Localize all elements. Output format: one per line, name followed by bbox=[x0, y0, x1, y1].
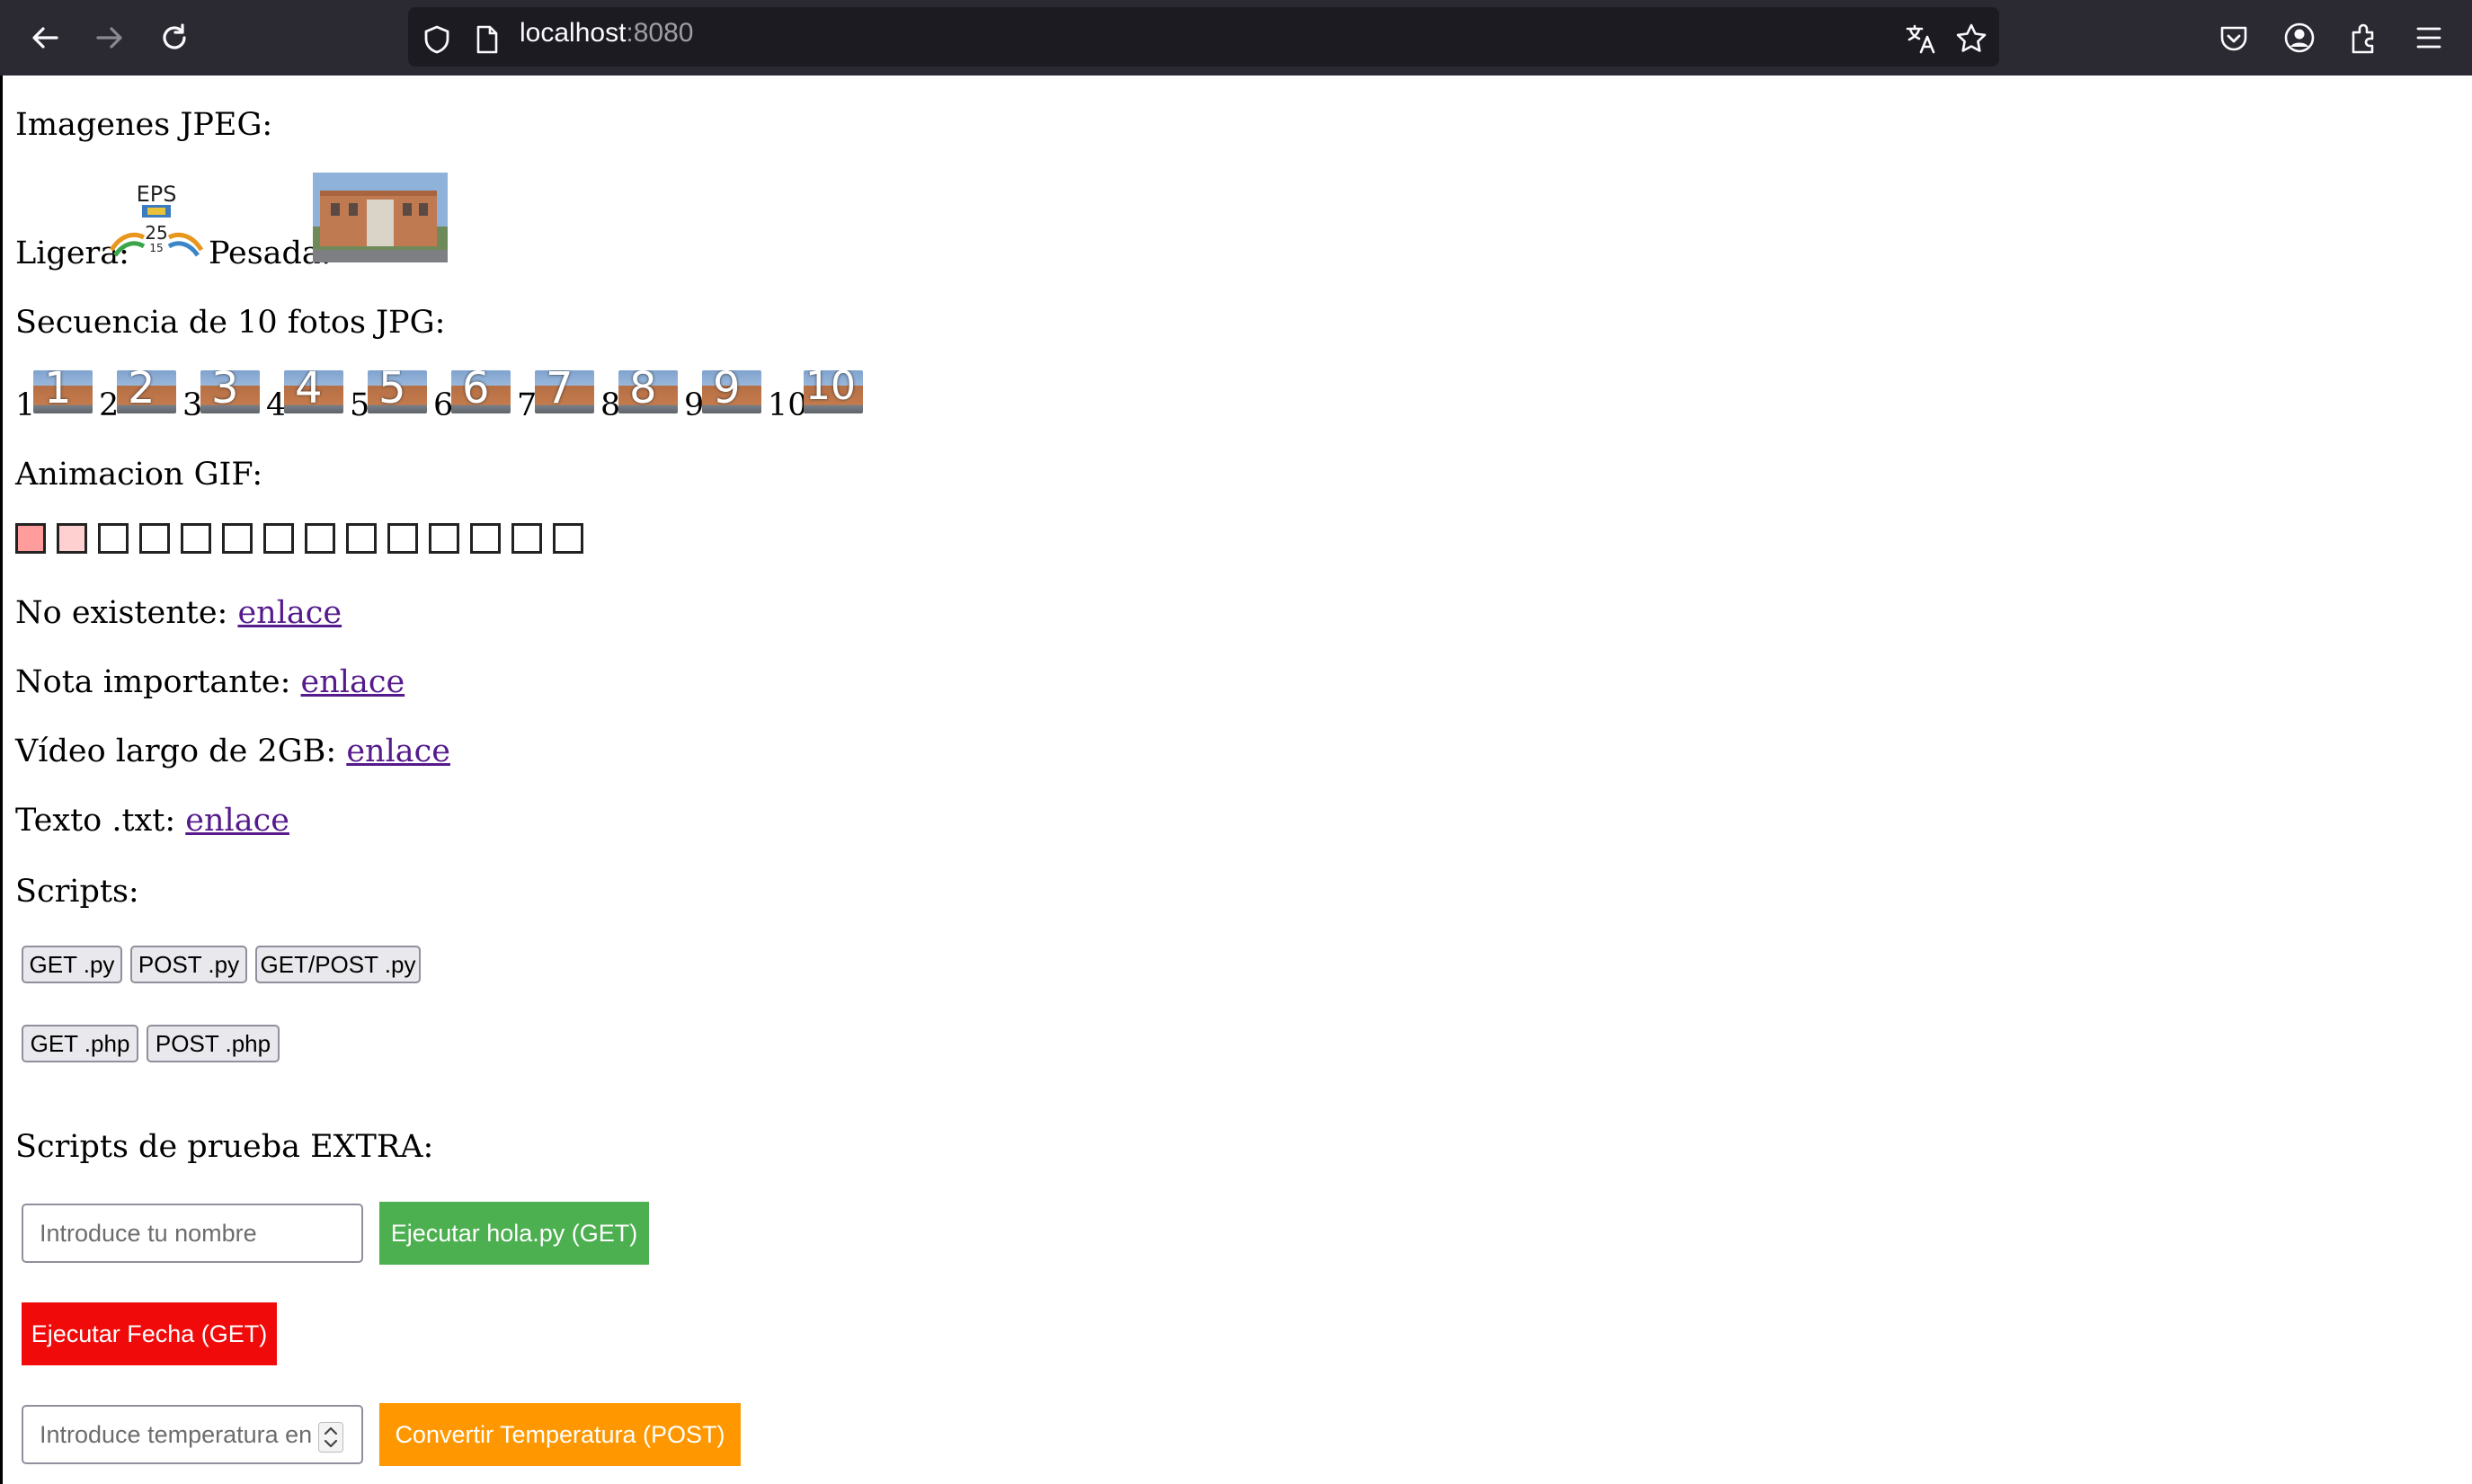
gif-frame bbox=[139, 523, 170, 554]
translate-icon[interactable] bbox=[1902, 20, 1940, 58]
script-button[interactable]: GET/POST .py bbox=[255, 946, 421, 983]
gif-frame bbox=[263, 523, 294, 554]
svg-text:25: 25 bbox=[145, 222, 167, 244]
link-row: Nota importante: enlace bbox=[15, 667, 405, 698]
gif-frame bbox=[222, 523, 253, 554]
scripts-heading: Scripts: bbox=[15, 874, 139, 910]
gif-heading: Animacion GIF: bbox=[15, 457, 263, 493]
sequence-label: 1 bbox=[15, 387, 36, 423]
sequence-photo: 8 bbox=[618, 370, 678, 413]
reload-icon bbox=[163, 23, 186, 49]
sequence-photo: 1 bbox=[33, 370, 93, 413]
eps-logo-image: EPS 25 15 bbox=[109, 176, 204, 259]
sequence-label: 8 bbox=[600, 387, 621, 423]
name-input-placeholder: Introduce tu nombre bbox=[40, 1219, 257, 1247]
extensions-icon[interactable] bbox=[2344, 18, 2384, 58]
browser-toolbar: localhost:8080 bbox=[0, 0, 2472, 76]
url-text[interactable]: localhost:8080 bbox=[520, 18, 693, 49]
building-photo bbox=[313, 173, 448, 262]
sequence-photo: 10 bbox=[804, 370, 863, 413]
gif-frame bbox=[15, 523, 46, 554]
sequence-photo-number: 4 bbox=[295, 370, 323, 413]
page-content bbox=[0, 76, 2472, 1484]
script-button[interactable]: GET .php bbox=[22, 1025, 138, 1062]
gif-frame bbox=[511, 523, 542, 554]
forward-arrow-icon bbox=[96, 27, 122, 49]
sequence-label: 3 bbox=[182, 387, 203, 423]
enlace-link[interactable]: enlace bbox=[237, 595, 342, 631]
temperature-input-placeholder: Introduce temperatura en bbox=[40, 1420, 313, 1448]
back-arrow-icon bbox=[32, 27, 58, 49]
bookmark-star-icon[interactable] bbox=[1952, 20, 1990, 58]
sequence-photo: 5 bbox=[368, 370, 427, 413]
menu-icon[interactable] bbox=[2409, 18, 2449, 58]
gif-frame bbox=[181, 523, 211, 554]
spinner-arrows-icon bbox=[324, 1426, 338, 1448]
shield-icon[interactable] bbox=[419, 22, 455, 58]
link-row-label: No existente: bbox=[15, 595, 228, 631]
page-icon bbox=[471, 22, 503, 58]
sequence-photo: 4 bbox=[284, 370, 343, 413]
extra-heading: Scripts de prueba EXTRA: bbox=[15, 1129, 434, 1165]
script-button[interactable]: POST .py bbox=[130, 946, 247, 983]
link-row: Texto .txt: enlace bbox=[15, 805, 289, 837]
back-button[interactable] bbox=[20, 13, 70, 63]
sequence-label: 6 bbox=[433, 387, 454, 423]
gif-frame bbox=[387, 523, 418, 554]
account-icon[interactable] bbox=[2280, 18, 2319, 58]
gif-frame bbox=[305, 523, 335, 554]
script-button[interactable]: GET .py bbox=[22, 946, 122, 983]
gif-frame bbox=[98, 523, 129, 554]
gif-frame bbox=[57, 523, 87, 554]
link-row: Vídeo largo de 2GB: enlace bbox=[15, 736, 450, 768]
sequence-photo-number: 3 bbox=[211, 370, 239, 413]
sequence-photo: 2 bbox=[117, 370, 176, 413]
sequence-photo-number: 10 bbox=[805, 370, 856, 409]
gif-frame bbox=[470, 523, 501, 554]
sequence-photo: 6 bbox=[451, 370, 511, 413]
convert-temperature-button[interactable]: Convertir Temperatura (POST) bbox=[379, 1403, 741, 1466]
link-row-label: Vídeo largo de 2GB: bbox=[15, 733, 337, 769]
sequence-photo: 7 bbox=[535, 370, 594, 413]
svg-text:EPS: EPS bbox=[137, 182, 177, 207]
script-button[interactable]: POST .php bbox=[147, 1025, 280, 1062]
sequence-label: 9 bbox=[684, 387, 705, 423]
enlace-link[interactable]: enlace bbox=[301, 664, 405, 700]
sequence-label: 5 bbox=[350, 387, 370, 423]
name-input[interactable]: Introduce tu nombre bbox=[22, 1204, 363, 1263]
pocket-icon[interactable] bbox=[2215, 20, 2253, 58]
enlace-link[interactable]: enlace bbox=[346, 733, 450, 769]
gif-frame bbox=[346, 523, 377, 554]
sequence-photo-number: 1 bbox=[44, 370, 72, 413]
gif-frame bbox=[553, 523, 583, 554]
run-fecha-button[interactable]: Ejecutar Fecha (GET) bbox=[22, 1302, 277, 1365]
number-spinner[interactable] bbox=[318, 1422, 343, 1453]
sequence-photo-number: 2 bbox=[128, 370, 156, 413]
forward-button[interactable] bbox=[84, 13, 135, 63]
sequence-photo: 3 bbox=[200, 370, 260, 413]
sequence-photo-number: 5 bbox=[378, 370, 406, 413]
link-row-label: Texto .txt: bbox=[15, 803, 176, 839]
sequence-label: 2 bbox=[99, 387, 120, 423]
sequence-photo-number: 9 bbox=[713, 370, 741, 413]
sequence-photo: 9 bbox=[702, 370, 761, 413]
link-row-label: Nota importante: bbox=[15, 664, 291, 700]
sequence-photo-number: 7 bbox=[546, 370, 574, 413]
temperature-input[interactable]: Introduce temperatura en bbox=[22, 1405, 363, 1464]
sequence-photo-number: 8 bbox=[629, 370, 657, 413]
sequence-heading: Secuencia de 10 fotos JPG: bbox=[15, 305, 446, 341]
sequence-label: 7 bbox=[517, 387, 538, 423]
jpeg-heading: Imagenes JPEG: bbox=[15, 107, 273, 143]
svg-text:15: 15 bbox=[149, 242, 163, 254]
sequence-label: 10 bbox=[768, 387, 808, 423]
link-row: No existente: enlace bbox=[15, 598, 342, 629]
sequence-label: 4 bbox=[266, 387, 287, 423]
run-hola-button[interactable]: Ejecutar hola.py (GET) bbox=[379, 1202, 649, 1265]
reload-button[interactable] bbox=[149, 13, 200, 63]
enlace-link[interactable]: enlace bbox=[185, 803, 289, 839]
gif-frame bbox=[429, 523, 459, 554]
sequence-photo-number: 6 bbox=[462, 370, 490, 413]
